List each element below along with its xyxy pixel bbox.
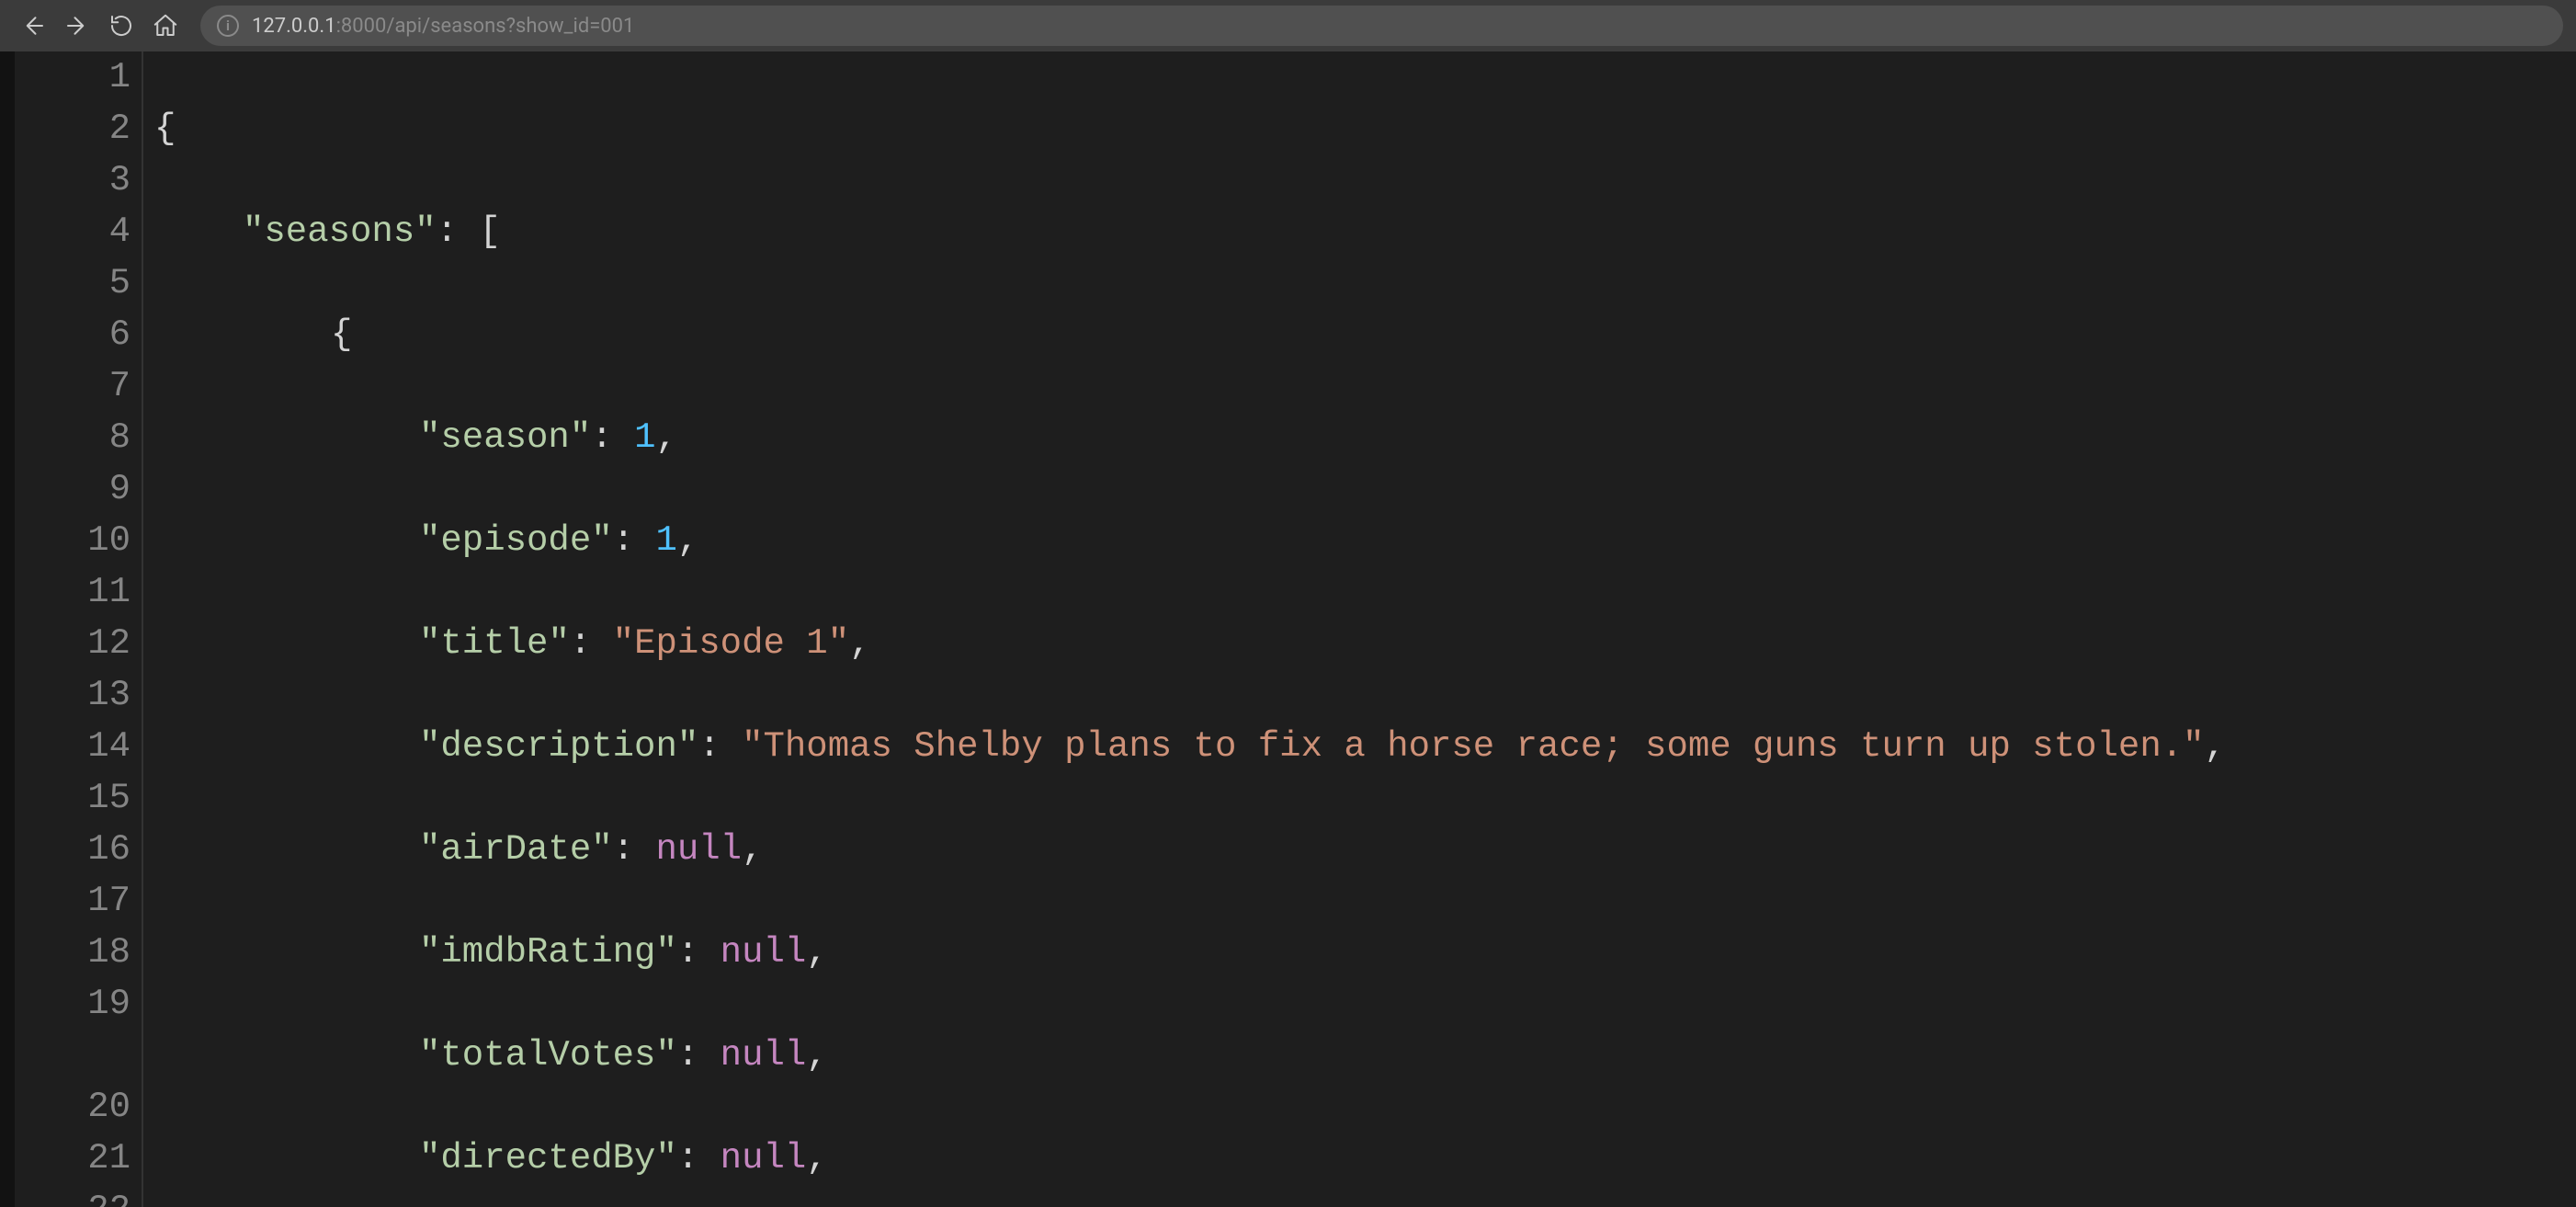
line-number: 17: [15, 875, 131, 927]
address-bar[interactable]: 127.0.0.1:8000/api/seasons?show_id=001: [200, 6, 2563, 46]
line-number: 8: [15, 412, 131, 463]
line-number: 21: [15, 1133, 131, 1184]
code-line: "imdbRating": null,: [154, 927, 2576, 978]
back-button[interactable]: [13, 6, 53, 46]
json-viewer: 1 2 3 4 5 6 7 8 9 10 11 12 13 14 15 16 1…: [15, 51, 2576, 1207]
json-code: { "seasons": [ { "season": 1, "episode":…: [143, 51, 2576, 1207]
line-number: 16: [15, 824, 131, 875]
line-number: 1: [15, 51, 131, 103]
code-line: {: [154, 309, 2576, 360]
line-number: 2: [15, 103, 131, 154]
forward-button[interactable]: [57, 6, 97, 46]
home-button[interactable]: [145, 6, 186, 46]
code-line: "airDate": null,: [154, 824, 2576, 875]
arrow-left-icon: [19, 12, 47, 40]
reload-button[interactable]: [101, 6, 142, 46]
line-number: 19: [15, 978, 131, 1081]
line-number: 20: [15, 1081, 131, 1133]
line-number: 9: [15, 463, 131, 515]
browser-toolbar: 127.0.0.1:8000/api/seasons?show_id=001: [0, 0, 2576, 51]
line-number: 4: [15, 206, 131, 257]
left-scroll-strip: [0, 51, 15, 1207]
line-number: 18: [15, 927, 131, 978]
url-text: 127.0.0.1:8000/api/seasons?show_id=001: [252, 15, 634, 38]
code-line: "seasons": [: [154, 206, 2576, 257]
line-number: 13: [15, 669, 131, 721]
arrow-right-icon: [63, 12, 91, 40]
code-line: "title": "Episode 1",: [154, 618, 2576, 669]
line-number: 14: [15, 721, 131, 772]
line-number: 12: [15, 618, 131, 669]
url-host: 127.0.0.1: [252, 15, 336, 38]
info-icon[interactable]: [217, 15, 239, 37]
home-icon: [152, 12, 179, 40]
url-path: :8000/api/seasons?show_id=001: [336, 15, 635, 38]
code-line: "totalVotes": null,: [154, 1030, 2576, 1081]
line-number: 22: [15, 1184, 131, 1207]
line-number: 6: [15, 309, 131, 360]
code-line: "description": "Thomas Shelby plans to f…: [154, 721, 2576, 772]
line-number: 15: [15, 772, 131, 824]
line-number: 11: [15, 566, 131, 618]
line-number: 3: [15, 154, 131, 206]
code-line: "episode": 1,: [154, 515, 2576, 566]
line-number: 10: [15, 515, 131, 566]
reload-icon: [108, 12, 135, 40]
code-line: {: [154, 103, 2576, 154]
line-number: 7: [15, 360, 131, 412]
line-number-gutter: 1 2 3 4 5 6 7 8 9 10 11 12 13 14 15 16 1…: [15, 51, 143, 1207]
code-line: "season": 1,: [154, 412, 2576, 463]
code-line: "directedBy": null,: [154, 1133, 2576, 1184]
line-number: 5: [15, 257, 131, 309]
